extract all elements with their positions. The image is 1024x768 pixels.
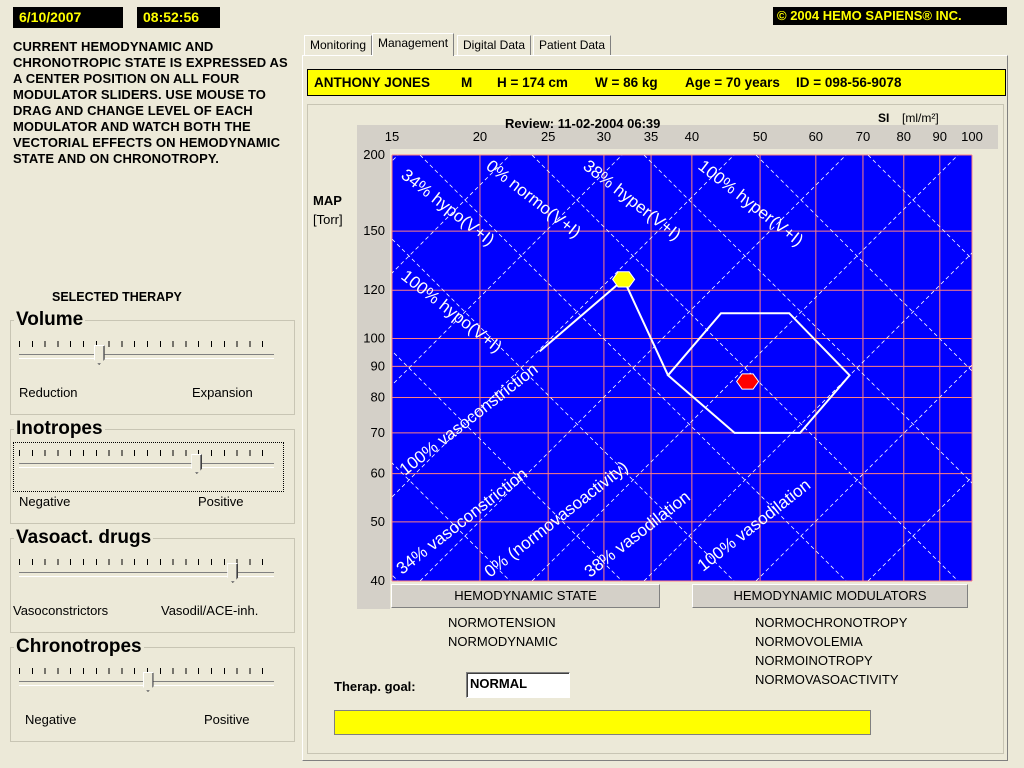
diagonal-line-down bbox=[0, 155, 286, 581]
goal-state-marker[interactable] bbox=[611, 271, 636, 288]
diagonal-line-up bbox=[0, 155, 286, 581]
copyright-label: © 2004 HEMO SAPIENS® INC. bbox=[773, 7, 1007, 25]
tab-digital-data-label: Digital Data bbox=[463, 38, 526, 52]
y-tick-label: 100 bbox=[363, 330, 385, 345]
diagonal-line-up bbox=[0, 155, 174, 581]
patient-weight: W = 86 kg bbox=[595, 75, 658, 90]
y-tick-label: 70 bbox=[371, 425, 385, 440]
x-axis-label: SI bbox=[878, 111, 889, 125]
patient-id: ID = 098-56-9078 bbox=[796, 75, 902, 90]
y-axis-label: MAP bbox=[313, 193, 342, 208]
x-axis-unit: [ml/m²] bbox=[902, 111, 939, 125]
patient-info-bar: ANTHONY JONES M H = 174 cm W = 86 kg Age… bbox=[307, 69, 1006, 96]
tab-monitoring-label: Monitoring bbox=[310, 38, 367, 52]
patient-sex: M bbox=[461, 75, 473, 90]
hemodynamic-state-value-2: NORMODYNAMIC bbox=[448, 634, 558, 649]
x-tick-label: 40 bbox=[685, 129, 699, 144]
x-tick-label: 90 bbox=[933, 129, 947, 144]
tab-patient-data[interactable]: Patient Data bbox=[533, 35, 612, 55]
x-tick-label: 20 bbox=[473, 129, 487, 144]
tab-management-label: Management bbox=[378, 36, 449, 50]
status-message-bar bbox=[334, 710, 871, 735]
y-tick-label: 80 bbox=[371, 390, 385, 405]
modulator-value-4: NORMOVASOACTIVITY bbox=[755, 672, 899, 687]
diagonal-line-up bbox=[980, 155, 1024, 581]
current-state-marker[interactable] bbox=[735, 373, 760, 390]
x-tick-label: 15 bbox=[385, 129, 399, 144]
y-tick-label: 200 bbox=[363, 147, 385, 162]
y-tick-label: 40 bbox=[371, 573, 385, 588]
patient-name: ANTHONY JONES bbox=[314, 75, 431, 90]
modulator-value-3: NORMOINOTROPY bbox=[755, 653, 873, 668]
x-tick-label: 30 bbox=[597, 129, 611, 144]
y-tick-label: 150 bbox=[363, 223, 385, 238]
y-axis-strip bbox=[357, 149, 390, 609]
therap-goal-label: Therap. goal: bbox=[334, 679, 416, 694]
x-tick-label: 60 bbox=[809, 129, 823, 144]
y-tick-label: 50 bbox=[371, 514, 385, 529]
x-tick-label: 70 bbox=[856, 129, 870, 144]
x-tick-label: 35 bbox=[644, 129, 658, 144]
patient-height: H = 174 cm bbox=[497, 75, 568, 90]
x-tick-label: 80 bbox=[897, 129, 911, 144]
x-tick-label: 50 bbox=[753, 129, 767, 144]
modulator-value-2: NORMOVOLEMIA bbox=[755, 634, 863, 649]
tab-digital-data[interactable]: Digital Data bbox=[457, 35, 532, 55]
modulator-value-1: NORMOCHRONOTROPY bbox=[755, 615, 908, 630]
y-tick-label: 90 bbox=[371, 358, 385, 373]
review-label: Review: 11-02-2004 06:39 bbox=[505, 116, 660, 131]
diagonal-line-down bbox=[0, 155, 174, 581]
y-axis-unit: [Torr] bbox=[313, 212, 343, 227]
tab-management[interactable]: Management bbox=[372, 33, 455, 56]
y-tick-label: 120 bbox=[363, 282, 385, 297]
hemodynamic-modulators-button[interactable]: HEMODYNAMIC MODULATORS bbox=[692, 584, 968, 608]
x-tick-label: 100 bbox=[961, 129, 983, 144]
diagonal-line-up bbox=[0, 155, 62, 581]
diagonal-line-down bbox=[980, 155, 1024, 581]
diagonal-line-down bbox=[0, 155, 62, 581]
tab-patient-data-label: Patient Data bbox=[539, 38, 606, 52]
x-tick-label: 25 bbox=[541, 129, 555, 144]
time-display: 08:52:56 bbox=[137, 7, 220, 28]
therap-goal-field[interactable]: NORMAL bbox=[466, 672, 570, 698]
y-tick-label: 60 bbox=[371, 466, 385, 481]
date-display: 6/10/2007 bbox=[13, 7, 123, 28]
patient-age: Age = 70 years bbox=[685, 75, 780, 90]
tab-monitoring[interactable]: Monitoring bbox=[304, 35, 373, 55]
hemodynamic-state-button[interactable]: HEMODYNAMIC STATE bbox=[391, 584, 660, 608]
hemodynamic-state-value-1: NORMOTENSION bbox=[448, 615, 556, 630]
